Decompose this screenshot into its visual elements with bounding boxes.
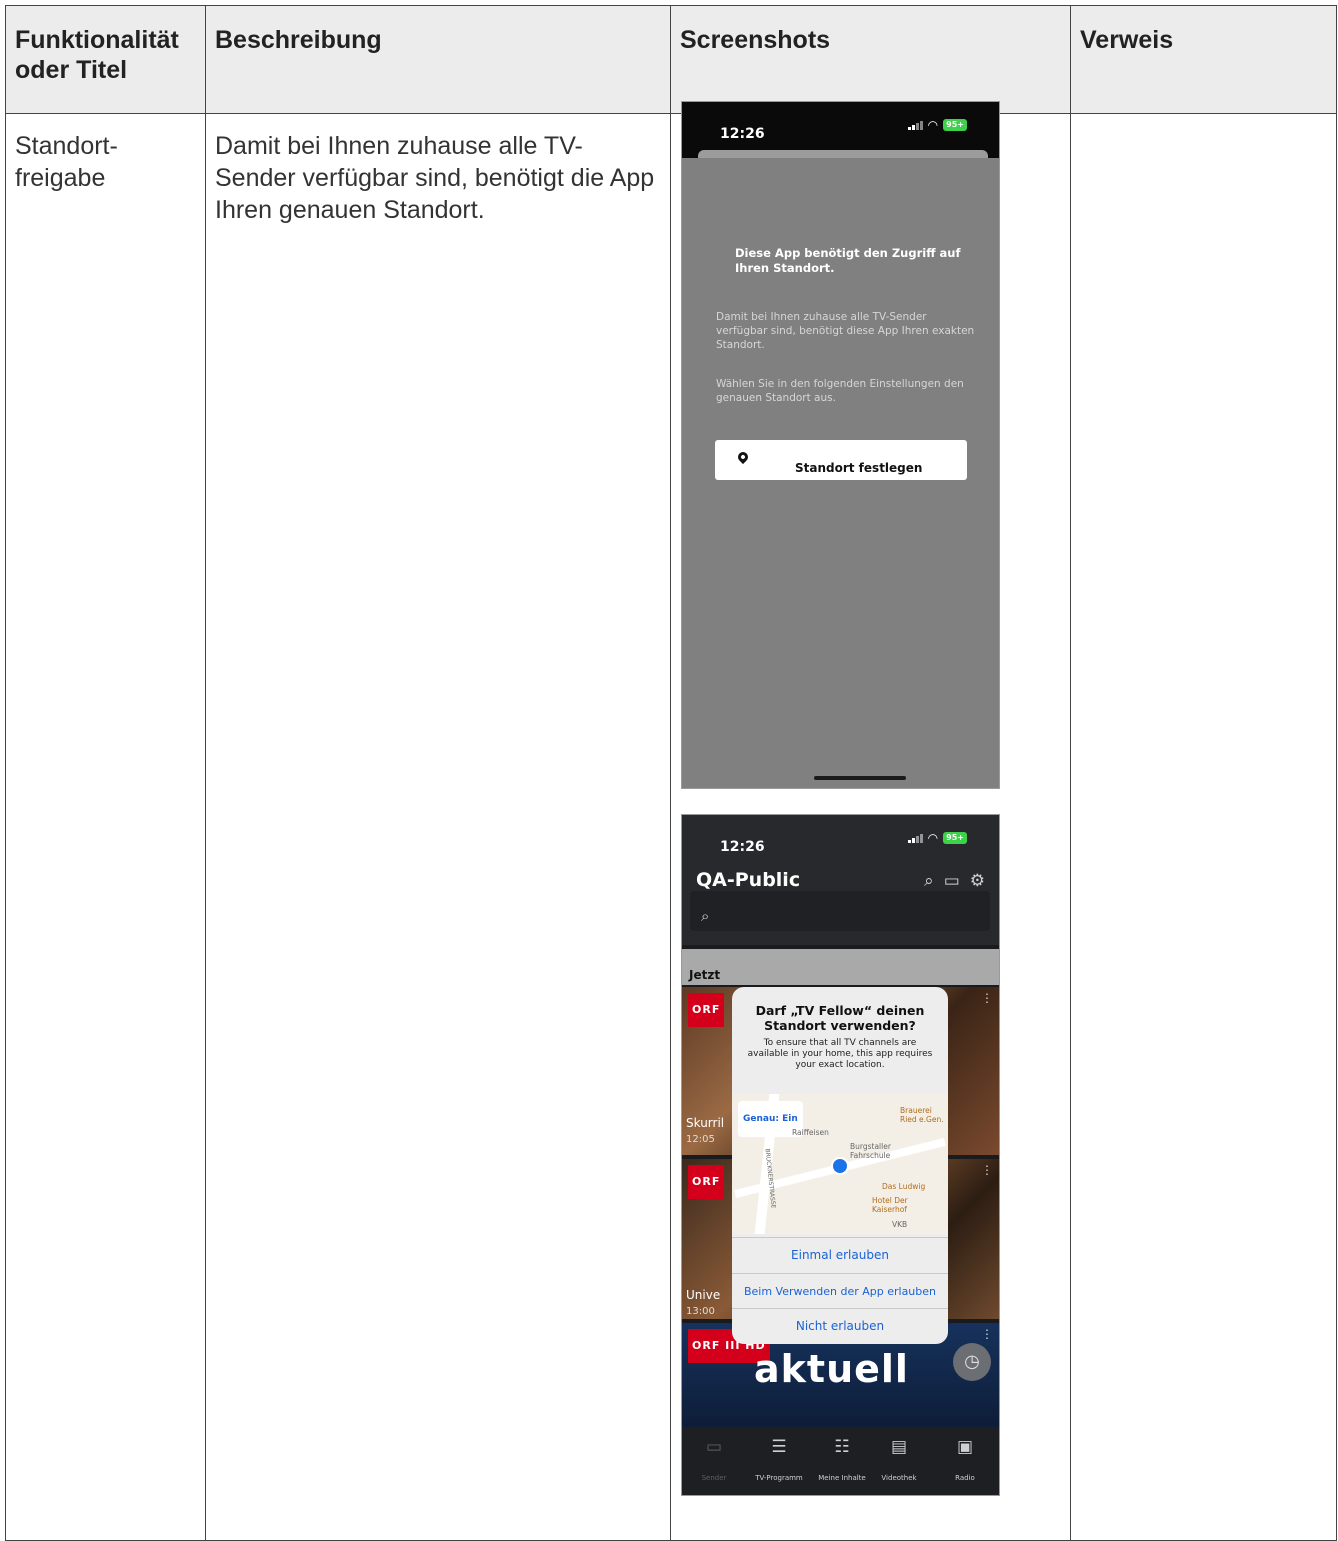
header-reference: Verweis	[1070, 5, 1337, 114]
row-reference	[1070, 113, 1337, 1541]
map-poi: Burgstaller Fahrschule	[850, 1142, 891, 1160]
dialog-text: To ensure that all TV channels are avail…	[747, 1038, 933, 1070]
app-header: 12:26 ◠ 95+ QA-Public ⌕ ▭ ⚙ ⌕	[682, 815, 999, 945]
map-preview: Genau: Ein Raiffeisen Burgstaller Fahrsc…	[732, 1094, 948, 1234]
more-icon[interactable]: ⋮	[981, 1164, 993, 1176]
location-sheet: Diese App benötigt den Zugriff auf Ihren…	[682, 158, 999, 788]
radio-icon: ▣	[956, 1437, 974, 1457]
set-location-button[interactable]: Standort festlegen	[715, 440, 967, 480]
tab-bar: ▭ Sender ☰ TV-Programm ☷ Meine Inhalte ▤…	[682, 1427, 999, 1495]
tab-videothek[interactable]: ▤ Videothek	[872, 1437, 926, 1494]
grid-plus-icon: ☷	[834, 1437, 850, 1457]
dialog-title: Darf „TV Fellow“ deinen Standort verwend…	[755, 1003, 925, 1033]
tv-icon: ▭	[705, 1437, 723, 1457]
search-input[interactable]: ⌕	[690, 891, 990, 931]
tab-radio[interactable]: ▣ Radio	[940, 1437, 990, 1494]
map-poi: Raiffeisen	[792, 1128, 829, 1137]
section-header: Jetzt	[682, 949, 999, 985]
tab-tv-programm[interactable]: ☰ TV-Programm	[744, 1437, 814, 1494]
sheet-title: Diese App benötigt den Zugriff auf Ihren…	[735, 246, 961, 275]
search-icon: ⌕	[701, 907, 710, 925]
tab-sender[interactable]: ▭ Sender	[694, 1437, 734, 1494]
more-icon[interactable]: ⋮	[981, 992, 993, 1004]
row-description: Damit bei Ihnen zuhause alle TV-Sender v…	[205, 113, 671, 1541]
battery-icon: 95+	[943, 119, 967, 131]
table-row: Standort- freigabe Damit bei Ihnen zuhau…	[5, 101, 1337, 1541]
channel-logo: ORF	[688, 1165, 725, 1199]
screenshot-permission-dialog: 12:26 ◠ 95+ QA-Public ⌕ ▭ ⚙ ⌕ Jetzt ORF …	[681, 814, 1000, 1496]
home-indicator	[814, 776, 906, 780]
current-location-marker	[831, 1157, 849, 1175]
map-poi: Das Ludwig	[882, 1182, 926, 1191]
dont-allow-button[interactable]: Nicht erlauben	[732, 1308, 948, 1344]
map-poi: VKB	[892, 1220, 908, 1229]
allow-once-button[interactable]: Einmal erlauben	[732, 1237, 948, 1273]
header-row: Funktionalität oder Titel Beschreibung S…	[5, 5, 1337, 114]
header-title: Funktionalität oder Titel	[5, 5, 206, 114]
allow-while-using-button[interactable]: Beim Verwenden der App erlauben	[732, 1273, 948, 1309]
film-icon: ▤	[890, 1437, 908, 1457]
set-location-label: Standort festlegen	[795, 461, 923, 475]
wifi-icon: ◠	[927, 831, 939, 845]
header-description: Beschreibung	[205, 5, 671, 114]
row-screenshots: 12:26 ◠ 95+ Diese App benötigt den Zugri…	[670, 101, 1071, 1541]
program-banner: aktuell	[754, 1347, 909, 1391]
location-pin-icon	[735, 449, 751, 465]
location-permission-dialog: Darf „TV Fellow“ deinen Standort verwend…	[732, 987, 948, 1344]
clock-icon[interactable]: ◷	[953, 1343, 991, 1381]
battery-icon: 95+	[943, 832, 967, 844]
header-screenshots: Screenshots	[670, 5, 1071, 114]
map-poi: Brauerei Ried e.Gen.	[900, 1106, 944, 1124]
status-time: 12:26	[720, 126, 765, 142]
list-icon: ☰	[771, 1437, 787, 1457]
signal-icon	[908, 120, 923, 130]
row-title: Standort- freigabe	[5, 113, 206, 1541]
tab-meine-inhalte[interactable]: ☷ Meine Inhalte	[812, 1437, 872, 1494]
channel-logo: ORF	[688, 993, 725, 1027]
screenshot-location-info: 12:26 ◠ 95+ Diese App benötigt den Zugri…	[681, 101, 1000, 789]
feature-table: Funktionalität oder Titel Beschreibung S…	[5, 5, 1337, 1541]
tile-time: 12:05	[686, 1134, 715, 1145]
status-time: 12:26	[720, 839, 765, 855]
sheet-text-1: Damit bei Ihnen zuhause alle TV-Sender v…	[716, 311, 975, 351]
signal-icon	[908, 833, 923, 843]
more-icon[interactable]: ⋮	[981, 1328, 993, 1340]
map-poi: Hotel Der Kaiserhof	[872, 1196, 908, 1214]
sheet-text-2: Wählen Sie in den folgenden Einstellunge…	[716, 378, 964, 404]
wifi-icon: ◠	[927, 118, 939, 132]
